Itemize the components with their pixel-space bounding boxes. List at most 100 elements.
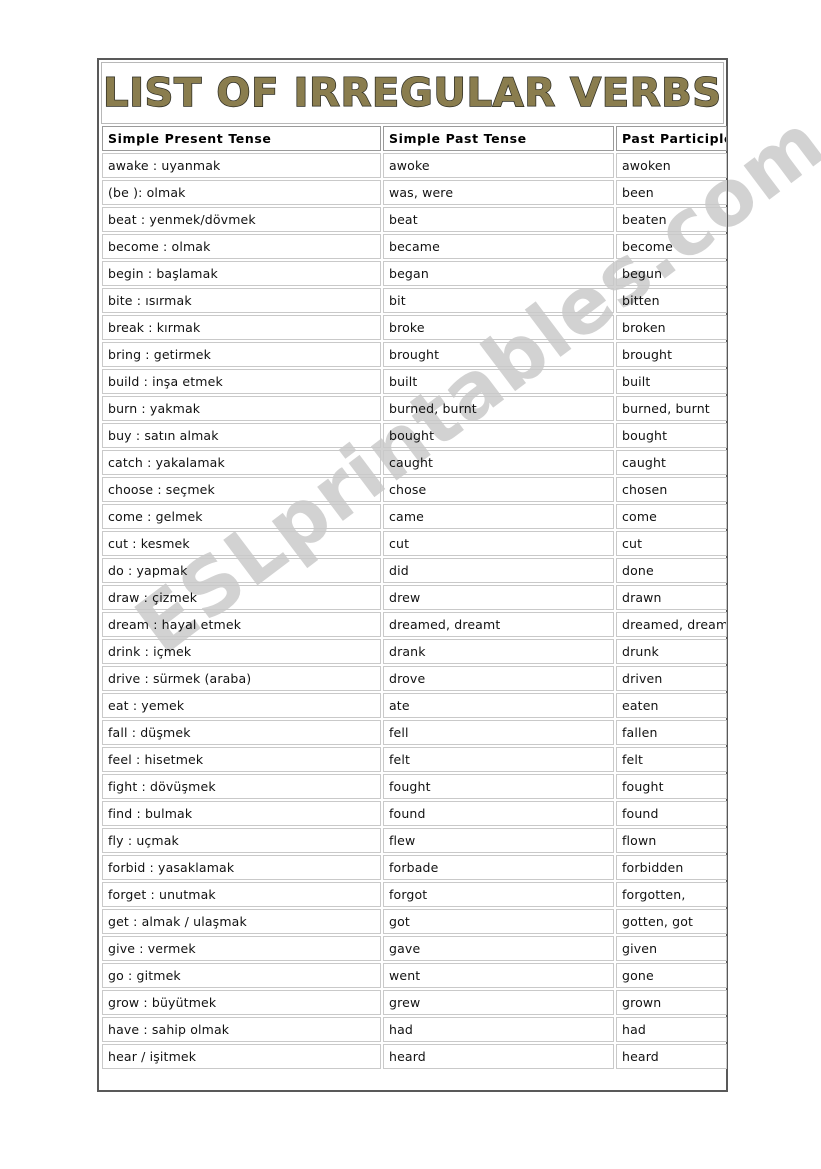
cell-text: bought bbox=[622, 428, 668, 443]
cell-box: do : yapmak bbox=[102, 558, 381, 583]
cell-box: did bbox=[383, 558, 614, 583]
cell-box: chosen bbox=[616, 477, 727, 502]
cell-box: begun bbox=[616, 261, 727, 286]
cell-simple-present: go : gitmek bbox=[101, 962, 382, 989]
column-header-label: Simple Present Tense bbox=[108, 131, 272, 146]
cell-simple-present: catch : yakalamak bbox=[101, 449, 382, 476]
cell-box: grown bbox=[616, 990, 727, 1015]
cell-box: begin : başlamak bbox=[102, 261, 381, 286]
cell-box: awoke bbox=[383, 153, 614, 178]
cell-text: caught bbox=[622, 455, 667, 470]
cell-simple-present: (be ): olmak bbox=[101, 179, 382, 206]
cell-box: bring : getirmek bbox=[102, 342, 381, 367]
cell-box: bitten bbox=[616, 288, 727, 313]
cell-box: dreamed, dreamt bbox=[383, 612, 614, 637]
cell-box: awoken bbox=[616, 153, 727, 178]
cell-simple-past: found bbox=[382, 800, 615, 827]
cell-simple-past: was, were bbox=[382, 179, 615, 206]
title-banner: LIST OF IRREGULAR VERBS bbox=[101, 62, 724, 124]
cell-text: beaten bbox=[622, 212, 667, 227]
cell-text: fly : uçmak bbox=[108, 833, 179, 848]
column-header-simple-present: Simple Present Tense bbox=[101, 125, 382, 152]
cell-past-participle: burned, burnt bbox=[615, 395, 728, 422]
table-row: have : sahip olmak had had bbox=[101, 1016, 728, 1043]
cell-text: bitten bbox=[622, 293, 660, 308]
cell-simple-present: buy : satın almak bbox=[101, 422, 382, 449]
cell-box: become : olmak bbox=[102, 234, 381, 259]
cell-simple-present: give : vermek bbox=[101, 935, 382, 962]
irregular-verbs-table: Simple Present Tense Simple Past Tense P… bbox=[101, 125, 728, 1070]
cell-past-participle: dreamed, dreamt bbox=[615, 611, 728, 638]
cell-box: hear / işitmek bbox=[102, 1044, 381, 1069]
table-row: grow : büyütmek grew grown bbox=[101, 989, 728, 1016]
cell-text: awoken bbox=[622, 158, 671, 173]
cell-text: begun bbox=[622, 266, 663, 281]
cell-text: driven bbox=[622, 671, 663, 686]
table-row: buy : satın almak bought bought bbox=[101, 422, 728, 449]
cell-box: come bbox=[616, 504, 727, 529]
cell-box: caught bbox=[383, 450, 614, 475]
table-row: find : bulmak found found bbox=[101, 800, 728, 827]
cell-box: bought bbox=[616, 423, 727, 448]
cell-box: awake : uyanmak bbox=[102, 153, 381, 178]
cell-simple-past: bought bbox=[382, 422, 615, 449]
cell-box: eaten bbox=[616, 693, 727, 718]
cell-past-participle: forbidden bbox=[615, 854, 728, 881]
cell-past-participle: gone bbox=[615, 962, 728, 989]
cell-text: draw : çizmek bbox=[108, 590, 198, 605]
cell-simple-present: burn : yakmak bbox=[101, 395, 382, 422]
cell-simple-past: cut bbox=[382, 530, 615, 557]
cell-text: beat bbox=[389, 212, 418, 227]
cell-box: beat bbox=[383, 207, 614, 232]
cell-text: awake : uyanmak bbox=[108, 158, 221, 173]
cell-past-participle: given bbox=[615, 935, 728, 962]
cell-text: broke bbox=[389, 320, 425, 335]
cell-box: ate bbox=[383, 693, 614, 718]
cell-box: have : sahip olmak bbox=[102, 1017, 381, 1042]
table-row: drink : içmek drank drunk bbox=[101, 638, 728, 665]
cell-past-participle: gotten, got bbox=[615, 908, 728, 935]
cell-box: find : bulmak bbox=[102, 801, 381, 826]
cell-past-participle: flown bbox=[615, 827, 728, 854]
cell-box: built bbox=[383, 369, 614, 394]
cell-text: forgot bbox=[389, 887, 428, 902]
cell-box: choose : seçmek bbox=[102, 477, 381, 502]
cell-box: fly : uçmak bbox=[102, 828, 381, 853]
cell-past-participle: become bbox=[615, 233, 728, 260]
cell-text: drawn bbox=[622, 590, 662, 605]
cell-box: eat : yemek bbox=[102, 693, 381, 718]
cell-text: chose bbox=[389, 482, 427, 497]
cell-simple-past: did bbox=[382, 557, 615, 584]
cell-text: flew bbox=[389, 833, 416, 848]
cell-box: drew bbox=[383, 585, 614, 610]
cell-box: forgot bbox=[383, 882, 614, 907]
cell-text: felt bbox=[622, 752, 644, 767]
cell-simple-past: fought bbox=[382, 773, 615, 800]
table-row: hear / işitmek heard heard bbox=[101, 1043, 728, 1070]
cell-past-participle: begun bbox=[615, 260, 728, 287]
cell-text: do : yapmak bbox=[108, 563, 188, 578]
cell-text: cut bbox=[622, 536, 643, 551]
table-row: get : almak / ulaşmak got gotten, got bbox=[101, 908, 728, 935]
column-header-past-participle: Past Participle bbox=[615, 125, 728, 152]
cell-text: ate bbox=[389, 698, 410, 713]
cell-text: done bbox=[622, 563, 654, 578]
cell-box: had bbox=[383, 1017, 614, 1042]
cell-text: built bbox=[622, 374, 651, 389]
cell-text: cut bbox=[389, 536, 410, 551]
cell-past-participle: chosen bbox=[615, 476, 728, 503]
cell-box: heard bbox=[616, 1044, 727, 1069]
cell-text: went bbox=[389, 968, 421, 983]
cell-text: felt bbox=[389, 752, 411, 767]
cell-box: burned, burnt bbox=[383, 396, 614, 421]
cell-box: went bbox=[383, 963, 614, 988]
cell-past-participle: done bbox=[615, 557, 728, 584]
cell-simple-present: forget : unutmak bbox=[101, 881, 382, 908]
cell-box: beat : yenmek/dövmek bbox=[102, 207, 381, 232]
cell-simple-present: drive : sürmek (araba) bbox=[101, 665, 382, 692]
cell-text: grow : büyütmek bbox=[108, 995, 217, 1010]
cell-simple-present: beat : yenmek/dövmek bbox=[101, 206, 382, 233]
cell-simple-present: forbid : yasaklamak bbox=[101, 854, 382, 881]
cell-simple-past: began bbox=[382, 260, 615, 287]
cell-box: brought bbox=[616, 342, 727, 367]
